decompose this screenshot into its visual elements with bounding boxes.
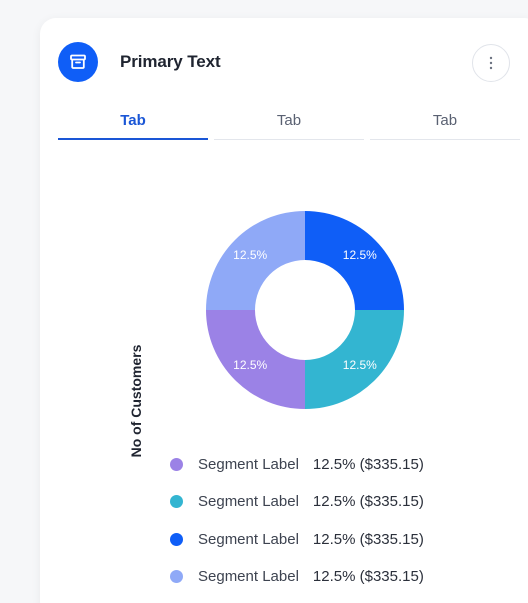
legend-swatch [170,495,183,509]
legend-value: 12.5% ($335.15) [312,493,424,511]
legend-item: Segment Label 12.5% ($335.15) [170,483,424,520]
legend-item: Segment Label 12.5% ($335.15) [170,558,424,595]
slice-data-label: 12.5% [233,248,267,262]
legend-item: Segment Label 12.5% ($335.15) [170,446,424,483]
slice-data-label: 12.5% [343,248,377,262]
legend-label: Segment Label [198,530,299,548]
legend-value: 12.5% ($335.15) [312,530,424,548]
legend-value: 12.5% ($335.15) [312,568,424,586]
legend-swatch [170,532,183,546]
legend-value: 12.5% ($335.15) [312,456,424,474]
legend-label: Segment Label [198,568,299,586]
page: Primary Text Tab Tab Tab 12.5% 12.5% 12.5%… [0,0,528,603]
chart-legend: Segment Label 12.5% ($335.15) Segment La… [170,446,424,595]
y-axis-label: No of Customers [128,344,144,458]
legend-item: Segment Label 12.5% ($335.15) [170,521,424,558]
chart-card: Primary Text Tab Tab Tab 12.5% 12.5% 12.5%… [40,18,528,603]
legend-label: Segment Label [198,493,299,511]
legend-swatch [170,570,183,584]
legend-swatch [170,458,183,472]
legend-label: Segment Label [198,456,299,474]
slice-data-label: 12.5% [233,358,267,372]
slice-data-label: 12.5% [343,358,377,372]
